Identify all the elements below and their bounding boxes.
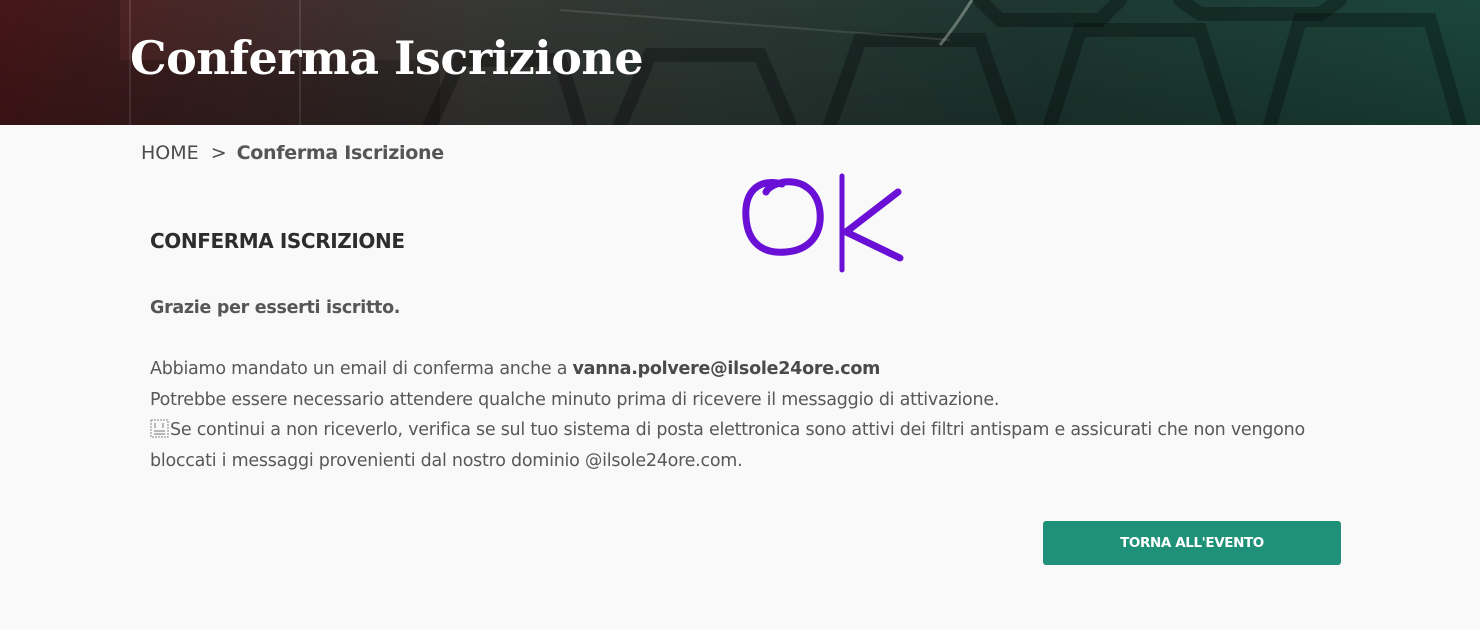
hero-banner: Conferma Iscrizione	[0, 0, 1480, 125]
breadcrumb-separator: >	[210, 142, 227, 164]
page-title: Conferma Iscrizione	[130, 31, 644, 85]
email-sent-line: Abbiamo mandato un email di conferma anc…	[150, 354, 1310, 385]
breadcrumb: HOME > Conferma Iscrizione	[141, 140, 444, 166]
spam-filter-text: Se continui a non riceverlo, verifica se…	[150, 420, 1305, 471]
spam-filter-message: Se continui a non riceverlo, verifica se…	[150, 415, 1310, 476]
wait-message: Potrebbe essere necessario attendere qua…	[150, 389, 1000, 410]
breadcrumb-current: Conferma Iscrizione	[236, 142, 444, 164]
back-to-event-button[interactable]: TORNA ALL'EVENTO	[1043, 521, 1341, 565]
thanks-message: Grazie per esserti iscritto.	[150, 298, 401, 318]
email-address: vanna.polvere@ilsole24ore.com	[572, 359, 881, 379]
breadcrumb-home-link[interactable]: HOME	[141, 142, 199, 164]
missing-character-icon	[150, 419, 169, 438]
email-sent-text: Abbiamo mandato un email di conferma anc…	[150, 359, 568, 379]
handwritten-ok-mark	[742, 173, 904, 273]
confirmation-content: CONFERMA ISCRIZIONE Grazie per esserti i…	[150, 226, 1350, 471]
confirmation-body: Abbiamo mandato un email di conferma anc…	[150, 354, 1310, 476]
section-title: CONFERMA ISCRIZIONE	[150, 229, 405, 253]
